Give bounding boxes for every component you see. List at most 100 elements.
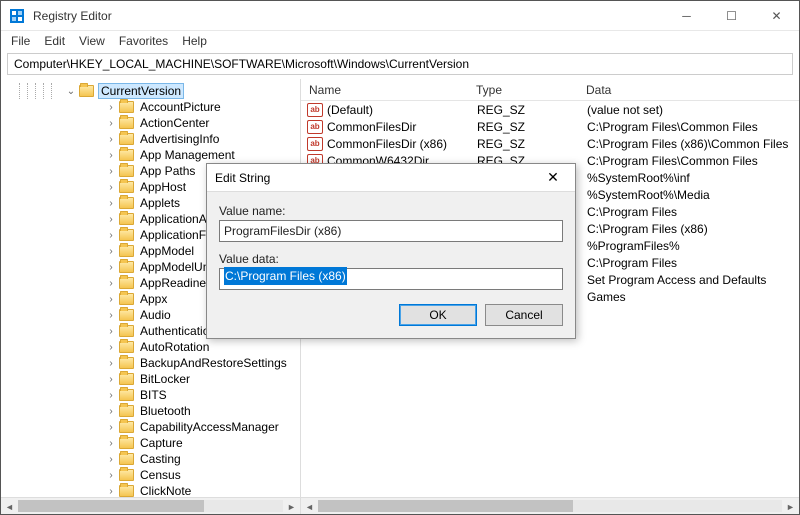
tree-node[interactable]: › Bluetooth <box>19 403 300 419</box>
tree-node[interactable]: ›Capture <box>19 435 300 451</box>
folder-icon <box>119 245 134 257</box>
value-name: (Default) <box>327 103 477 117</box>
chevron-right-icon[interactable]: › <box>105 310 117 321</box>
value-type: REG_SZ <box>477 137 587 151</box>
cancel-button[interactable]: Cancel <box>485 304 563 326</box>
chevron-right-icon[interactable]: › <box>105 470 117 481</box>
tree-node[interactable]: › ActionCenter <box>19 115 300 131</box>
chevron-right-icon[interactable]: › <box>105 326 117 337</box>
dialog-close-button[interactable]: ✕ <box>539 169 567 186</box>
tree-label: Casting <box>138 452 183 466</box>
chevron-right-icon[interactable]: › <box>105 278 117 289</box>
close-button[interactable]: ✕ <box>754 1 799 31</box>
menu-file[interactable]: File <box>11 34 30 48</box>
chevron-right-icon[interactable]: › <box>105 118 117 129</box>
chevron-right-icon[interactable]: › <box>105 134 117 145</box>
value-data-label: Value data: <box>219 252 563 266</box>
chevron-right-icon[interactable]: › <box>105 390 117 401</box>
col-name[interactable]: Name <box>301 83 476 97</box>
tree-node[interactable]: ›BitLocker <box>19 371 300 387</box>
value-data: C:\Program Files <box>587 256 799 270</box>
value-data: %SystemRoot%\Media <box>587 188 799 202</box>
folder-icon <box>119 197 134 209</box>
chevron-right-icon[interactable]: › <box>105 294 117 305</box>
minimize-button[interactable]: ─ <box>664 1 709 31</box>
tree-label: Bluetooth <box>138 404 193 418</box>
string-value-icon: ab <box>307 120 323 134</box>
folder-icon <box>119 181 134 193</box>
tree-label: BackupAndRestoreSettings <box>138 356 289 370</box>
address-bar[interactable]: Computer\HKEY_LOCAL_MACHINE\SOFTWARE\Mic… <box>7 53 793 75</box>
tree-node-currentversion[interactable]: ⌄CurrentVersion <box>19 83 300 99</box>
ok-button[interactable]: OK <box>399 304 477 326</box>
chevron-right-icon[interactable]: › <box>105 406 117 417</box>
chevron-right-icon[interactable]: › <box>105 342 117 353</box>
folder-icon <box>119 309 134 321</box>
chevron-right-icon[interactable]: › <box>105 214 117 225</box>
chevron-right-icon[interactable]: › <box>105 374 117 385</box>
chevron-right-icon[interactable]: › <box>105 486 117 497</box>
chevron-down-icon[interactable]: ⌄ <box>65 86 77 97</box>
chevron-right-icon[interactable]: › <box>105 438 117 449</box>
tree-hscroll[interactable]: ◄ ► <box>1 497 300 514</box>
folder-icon <box>119 277 134 289</box>
value-name-input[interactable] <box>219 220 563 242</box>
tree-node[interactable]: › AutoRotation <box>19 339 300 355</box>
col-type[interactable]: Type <box>476 83 586 97</box>
folder-icon <box>119 229 134 241</box>
chevron-right-icon[interactable]: › <box>105 102 117 113</box>
tree-node[interactable]: › AccountPicture <box>19 99 300 115</box>
value-data: Games <box>587 290 799 304</box>
chevron-right-icon[interactable]: › <box>105 150 117 161</box>
folder-icon <box>119 453 134 465</box>
value-data: C:\Program Files (x86)\Common Files <box>587 137 799 151</box>
tree-label: AutoRotation <box>138 340 211 354</box>
folder-icon <box>119 165 134 177</box>
chevron-right-icon[interactable]: › <box>105 422 117 433</box>
chevron-right-icon[interactable]: › <box>105 166 117 177</box>
menu-favorites[interactable]: Favorites <box>119 34 168 48</box>
titlebar: Registry Editor ─ ☐ ✕ <box>1 1 799 31</box>
column-headers[interactable]: Name Type Data <box>301 79 799 101</box>
value-row[interactable]: abCommonFilesDirREG_SZC:\Program Files\C… <box>301 118 799 135</box>
folder-icon <box>119 389 134 401</box>
tree-node[interactable]: › CapabilityAccessManager <box>19 419 300 435</box>
tree-node[interactable]: ›App Management <box>19 147 300 163</box>
chevron-right-icon[interactable]: › <box>105 454 117 465</box>
col-data[interactable]: Data <box>586 83 799 97</box>
folder-icon <box>119 373 134 385</box>
chevron-right-icon[interactable]: › <box>105 358 117 369</box>
menubar: File Edit View Favorites Help <box>1 31 799 51</box>
menu-help[interactable]: Help <box>182 34 207 48</box>
value-type: REG_SZ <box>477 120 587 134</box>
chevron-right-icon[interactable]: › <box>105 262 117 273</box>
value-data: (value not set) <box>587 103 799 117</box>
tree-node[interactable]: ›Census <box>19 467 300 483</box>
tree-label: CapabilityAccessManager <box>138 420 281 434</box>
values-hscroll[interactable]: ◄ ► <box>301 497 799 514</box>
tree-node[interactable]: ›BITS <box>19 387 300 403</box>
tree-node[interactable]: › Casting <box>19 451 300 467</box>
chevron-right-icon[interactable]: › <box>105 182 117 193</box>
chevron-right-icon[interactable]: › <box>105 198 117 209</box>
value-row[interactable]: ab(Default)REG_SZ(value not set) <box>301 101 799 118</box>
tree-node[interactable]: › BackupAndRestoreSettings <box>19 355 300 371</box>
menu-edit[interactable]: Edit <box>44 34 65 48</box>
maximize-button[interactable]: ☐ <box>709 1 754 31</box>
value-name: CommonFilesDir <box>327 120 477 134</box>
dialog-title: Edit String <box>215 171 539 185</box>
folder-icon <box>119 405 134 417</box>
folder-icon <box>119 149 134 161</box>
value-data-input[interactable]: C:\Program Files (x86) <box>219 268 563 290</box>
folder-icon <box>119 325 134 337</box>
menu-view[interactable]: View <box>79 34 105 48</box>
folder-icon <box>119 357 134 369</box>
tree-label: AccountPicture <box>138 100 223 114</box>
value-data: %ProgramFiles% <box>587 239 799 253</box>
tree-node[interactable]: ›AdvertisingInfo <box>19 131 300 147</box>
chevron-right-icon[interactable]: › <box>105 246 117 257</box>
folder-icon <box>79 85 94 97</box>
value-row[interactable]: abCommonFilesDir (x86)REG_SZC:\Program F… <box>301 135 799 152</box>
chevron-right-icon[interactable]: › <box>105 230 117 241</box>
tree-label: ActionCenter <box>138 116 211 130</box>
